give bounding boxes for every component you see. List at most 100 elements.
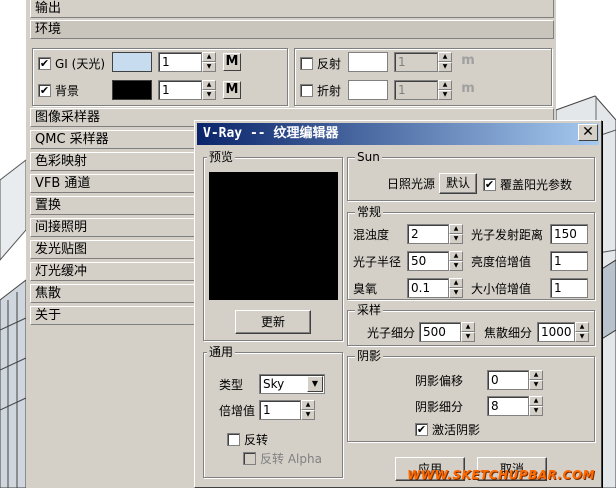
- refraction-row: 折射: [300, 79, 341, 101]
- refraction-checkbox[interactable]: [300, 83, 313, 97]
- reflection-map-button[interactable]: m: [459, 53, 477, 71]
- spin-down-icon[interactable]: ▼: [449, 234, 463, 244]
- photon-subdivs-field[interactable]: 500: [419, 322, 461, 342]
- caustic-subdivs-arrows[interactable]: ▲ ▼: [575, 322, 589, 342]
- spin-down-icon[interactable]: ▼: [202, 62, 216, 72]
- spin-down-icon[interactable]: ▼: [461, 332, 475, 342]
- spin-up-icon[interactable]: ▲: [449, 278, 463, 288]
- spin-up-icon[interactable]: ▲: [202, 80, 216, 90]
- background-multiplier-spinner[interactable]: 1 ▲ ▼: [158, 80, 216, 100]
- spin-up-icon[interactable]: ▲: [449, 224, 463, 234]
- spin-up-icon[interactable]: ▲: [575, 322, 589, 332]
- spin-down-icon[interactable]: ▼: [202, 90, 216, 100]
- multiplier-spinner[interactable]: 1 ▲ ▼: [259, 400, 315, 420]
- gi-multiplier-arrows[interactable]: ▲ ▼: [202, 52, 216, 72]
- shadow-subdivs-field[interactable]: 8: [487, 396, 529, 416]
- refraction-map-button[interactable]: m: [459, 81, 477, 99]
- gi-map-button[interactable]: M: [223, 53, 241, 71]
- photon-radius-spinner[interactable]: 50 ▲ ▼: [407, 251, 463, 271]
- multiplier-arrows[interactable]: ▲ ▼: [301, 400, 315, 420]
- spin-down-icon[interactable]: ▼: [301, 410, 315, 420]
- ozone-spinner[interactable]: 0.1 ▲ ▼: [407, 278, 463, 298]
- spin-up-icon[interactable]: ▲: [438, 52, 452, 62]
- reflection-multiplier-arrows[interactable]: ▲ ▼: [438, 52, 452, 72]
- invert-checkbox[interactable]: [227, 432, 240, 446]
- override-sun-label: 覆盖阳光参数: [500, 177, 573, 192]
- photon-subdivs-arrows[interactable]: ▲ ▼: [461, 322, 475, 342]
- caustic-subdivs-spinner[interactable]: 1000 ▲ ▼: [537, 322, 589, 342]
- refraction-multiplier-spinner[interactable]: 1 ▲ ▼: [394, 80, 452, 100]
- shadow-bias-arrows[interactable]: ▲ ▼: [529, 370, 543, 390]
- spin-down-icon[interactable]: ▼: [575, 332, 589, 342]
- photon-emit-radius-spinner[interactable]: 150: [550, 224, 588, 244]
- background-checkbox[interactable]: ✔: [38, 83, 51, 97]
- spin-up-icon[interactable]: ▲: [301, 400, 315, 410]
- turbidity-spinner[interactable]: 2 ▲ ▼: [407, 224, 463, 244]
- turbidity-label: 混浊度: [353, 228, 390, 242]
- spin-up-icon[interactable]: ▲: [461, 322, 475, 332]
- photon-radius-field[interactable]: 50: [407, 251, 449, 271]
- reflection-multiplier-field[interactable]: 1: [394, 52, 438, 72]
- caustic-subdivs-field[interactable]: 1000: [537, 322, 575, 342]
- default-button[interactable]: 默认: [439, 173, 477, 194]
- ozone-arrows[interactable]: ▲ ▼: [449, 278, 463, 298]
- intensity-multiplier-field[interactable]: 1: [550, 251, 588, 271]
- refraction-color-swatch[interactable]: [348, 80, 388, 100]
- size-multiplier-field[interactable]: 1: [550, 278, 588, 298]
- general-group-label: 通用: [207, 345, 236, 359]
- spin-down-icon[interactable]: ▼: [529, 380, 543, 390]
- photon-radius-arrows[interactable]: ▲ ▼: [449, 251, 463, 271]
- shadow-bias-field[interactable]: 0: [487, 370, 529, 390]
- reflection-color-swatch[interactable]: [348, 52, 388, 72]
- override-sun-checkbox[interactable]: ✔: [483, 177, 496, 191]
- spin-down-icon[interactable]: ▼: [449, 261, 463, 271]
- update-button[interactable]: 更新: [235, 310, 311, 334]
- chevron-down-icon[interactable]: ▼: [307, 376, 323, 392]
- shadow-subdivs-arrows[interactable]: ▲ ▼: [529, 396, 543, 416]
- sun-source-label: 日照光源: [387, 177, 436, 191]
- shadow-bias-spinner[interactable]: 0 ▲ ▼: [487, 370, 543, 390]
- type-select[interactable]: Sky ▼: [259, 374, 325, 394]
- spin-up-icon[interactable]: ▲: [449, 251, 463, 261]
- gi-multiplier-field[interactable]: 1: [158, 52, 202, 72]
- reflection-checkbox[interactable]: [300, 56, 313, 70]
- background-multiplier-arrows[interactable]: ▲ ▼: [202, 80, 216, 100]
- spin-up-icon[interactable]: ▲: [529, 396, 543, 406]
- reflection-multiplier-spinner[interactable]: 1 ▲ ▼: [394, 52, 452, 72]
- spin-up-icon[interactable]: ▲: [202, 52, 216, 62]
- gi-multiplier-spinner[interactable]: 1 ▲ ▼: [158, 52, 216, 72]
- spin-down-icon[interactable]: ▼: [529, 406, 543, 416]
- ozone-label: 臭氧: [353, 282, 378, 296]
- type-select-value: Sky: [263, 377, 285, 391]
- spin-up-icon[interactable]: ▲: [529, 370, 543, 380]
- turbidity-field[interactable]: 2: [407, 224, 449, 244]
- invert-alpha-checkbox[interactable]: [243, 451, 256, 465]
- size-multiplier-spinner[interactable]: 1: [550, 278, 588, 298]
- background-color-swatch[interactable]: [112, 80, 152, 100]
- photon-emit-radius-field[interactable]: 150: [550, 224, 588, 244]
- dialog-title[interactable]: V-Ray -- 纹理编辑器: [197, 123, 599, 145]
- refraction-multiplier-arrows[interactable]: ▲ ▼: [438, 80, 452, 100]
- gi-color-swatch[interactable]: [112, 52, 152, 72]
- spin-up-icon[interactable]: ▲: [438, 80, 452, 90]
- intensity-multiplier-spinner[interactable]: 1: [550, 251, 588, 271]
- background-multiplier-field[interactable]: 1: [158, 80, 202, 100]
- shadow-subdivs-spinner[interactable]: 8 ▲ ▼: [487, 396, 543, 416]
- spin-down-icon[interactable]: ▼: [438, 90, 452, 100]
- intensity-multiplier-label: 亮度倍增值: [471, 255, 532, 269]
- refraction-multiplier-field[interactable]: 1: [394, 80, 438, 100]
- spin-down-icon[interactable]: ▼: [438, 62, 452, 72]
- turbidity-arrows[interactable]: ▲ ▼: [449, 224, 463, 244]
- background-map-button[interactable]: M: [223, 81, 241, 99]
- close-icon[interactable]: ✕: [578, 124, 598, 141]
- spin-down-icon[interactable]: ▼: [449, 288, 463, 298]
- background-label: 背景: [55, 83, 80, 98]
- photon-subdivs-spinner[interactable]: 500 ▲ ▼: [419, 322, 475, 342]
- multiplier-field[interactable]: 1: [259, 400, 301, 420]
- enable-shadows-checkbox[interactable]: ✔: [415, 422, 428, 436]
- gi-skylight-row: ✔ GI (天光): [38, 52, 105, 74]
- rollout-environment[interactable]: 环境: [30, 20, 554, 39]
- ozone-field[interactable]: 0.1: [407, 278, 449, 298]
- rollout-output[interactable]: 输出: [30, 0, 554, 18]
- gi-skylight-checkbox[interactable]: ✔: [38, 56, 51, 70]
